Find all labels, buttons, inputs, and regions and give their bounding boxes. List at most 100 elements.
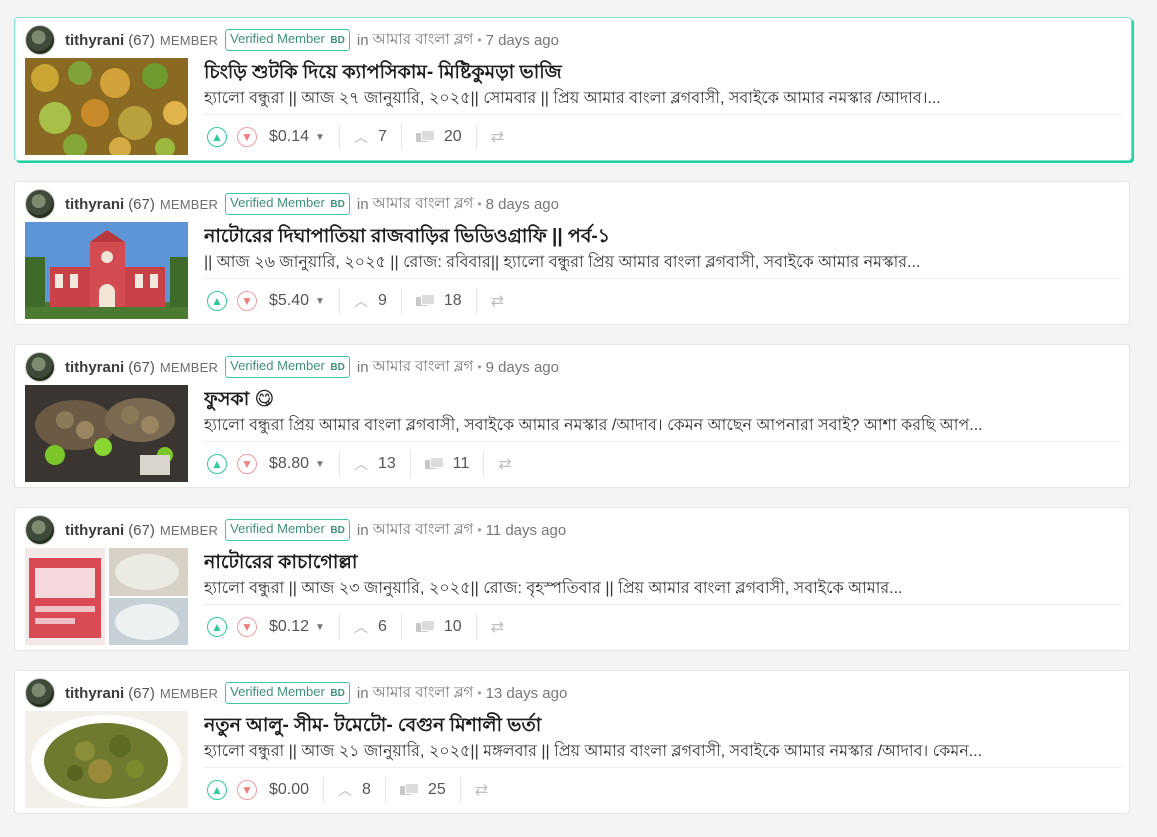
comment-count-value: 20 <box>443 128 462 145</box>
post-footer: ▲ ▼ $0.00 ︿ 8 25 ⇄ <box>207 775 488 805</box>
payout[interactable]: $0.14 ▼ <box>269 128 325 146</box>
post-card[interactable]: tithyrani (67) MEMBER Verified Member BD… <box>14 670 1130 814</box>
chevron-up-icon: ︿ <box>353 619 368 635</box>
comment-count[interactable]: 11 <box>424 455 469 473</box>
post-time[interactable]: 9 days ago <box>486 359 559 376</box>
separator-dot: • <box>477 360 482 374</box>
avatar[interactable] <box>25 678 55 708</box>
community-link[interactable]: আমার বাংলা ব্লগ <box>373 518 474 543</box>
payout[interactable]: $0.00 <box>269 781 309 799</box>
post-thumbnail[interactable] <box>25 222 188 319</box>
author-reputation: (67) <box>128 358 155 376</box>
downvote-icon[interactable]: ▼ <box>237 780 257 800</box>
divider <box>204 604 1121 605</box>
vote-count[interactable]: ︿ 9 <box>354 291 387 311</box>
author-reputation: (67) <box>128 31 155 49</box>
vote-count[interactable]: ︿ 8 <box>338 780 371 800</box>
comment-count-value: 25 <box>427 781 446 798</box>
downvote-icon[interactable]: ▼ <box>237 127 257 147</box>
avatar[interactable] <box>25 189 55 219</box>
post-thumbnail[interactable] <box>25 385 188 482</box>
comment-count[interactable]: 20 <box>415 128 462 146</box>
reblog-icon[interactable]: ⇄ <box>491 291 504 311</box>
payout[interactable]: $0.12 ▼ <box>269 618 325 636</box>
post-time[interactable]: 13 days ago <box>486 685 568 702</box>
post-card[interactable]: tithyrani (67) MEMBER Verified Member BD… <box>14 17 1132 161</box>
community-link[interactable]: আমার বাংলা ব্লগ <box>373 28 474 53</box>
separator-dot: • <box>477 33 482 47</box>
author-link[interactable]: tithyrani <box>65 685 124 702</box>
post-summary[interactable]: হ্যালো বন্ধুরা প্রিয় আমার বাংলা ব্লগবাস… <box>204 412 1121 439</box>
author-link[interactable]: tithyrani <box>65 196 124 213</box>
chevron-down-icon[interactable]: ▼ <box>315 296 325 307</box>
downvote-icon[interactable]: ▼ <box>237 454 257 474</box>
author-link[interactable]: tithyrani <box>65 32 124 49</box>
vote-count-value: 9 <box>377 292 387 309</box>
upvote-icon[interactable]: ▲ <box>207 780 227 800</box>
in-label: in <box>356 684 369 702</box>
verified-badge: Verified Member BD <box>225 519 350 541</box>
upvote-icon[interactable]: ▲ <box>207 454 227 474</box>
chevron-down-icon[interactable]: ▼ <box>315 459 325 470</box>
upvote-icon[interactable]: ▲ <box>207 127 227 147</box>
chevron-down-icon[interactable]: ▼ <box>315 622 325 633</box>
post-time[interactable]: 11 days ago <box>486 522 567 539</box>
chevron-down-icon[interactable]: ▼ <box>315 132 325 143</box>
author-link[interactable]: tithyrani <box>65 359 124 376</box>
post-thumbnail[interactable] <box>25 58 188 155</box>
author-role: MEMBER <box>159 522 219 538</box>
avatar[interactable] <box>25 25 55 55</box>
post-summary[interactable]: হ্যালো বন্ধুরা || আজ ২১ জানুয়ারি, ২০২৫|… <box>204 738 1121 765</box>
avatar[interactable] <box>25 515 55 545</box>
badge-suffix: BD <box>330 35 345 46</box>
comment-count[interactable]: 25 <box>399 781 446 799</box>
divider <box>338 614 340 640</box>
avatar[interactable] <box>25 352 55 382</box>
author-link[interactable]: tithyrani <box>65 522 124 539</box>
comments-icon <box>415 620 435 634</box>
separator-dot: • <box>477 686 482 700</box>
post-time[interactable]: 8 days ago <box>486 196 559 213</box>
post-footer: ▲ ▼ $0.12 ▼ ︿ 6 10 ⇄ <box>207 612 504 642</box>
vote-count[interactable]: ︿ 7 <box>354 127 387 147</box>
payout[interactable]: $5.40 ▼ <box>269 292 325 310</box>
upvote-icon[interactable]: ▲ <box>207 291 227 311</box>
comment-count[interactable]: 10 <box>415 618 462 636</box>
post-thumbnail[interactable] <box>25 711 188 808</box>
community-link[interactable]: আমার বাংলা ব্লগ <box>373 192 474 217</box>
post-time[interactable]: 7 days ago <box>486 32 559 49</box>
downvote-icon[interactable]: ▼ <box>237 617 257 637</box>
post-summary[interactable]: || আজ ২৬ জানুয়ারি, ২০২৫ || রোজ: রবিবার|… <box>204 249 1121 276</box>
reblog-icon[interactable]: ⇄ <box>491 617 504 637</box>
payout-value: $0.00 <box>269 781 310 798</box>
vote-count[interactable]: ︿ 6 <box>354 617 387 637</box>
reblog-icon[interactable]: ⇄ <box>475 780 488 800</box>
divider <box>338 124 340 150</box>
post-card[interactable]: tithyrani (67) MEMBER Verified Member BD… <box>14 507 1130 651</box>
post-summary[interactable]: হ্যালো বন্ধুরা || আজ ২৩ জানুয়ারি, ২০২৫|… <box>204 575 1121 602</box>
post-card[interactable]: tithyrani (67) MEMBER Verified Member BD… <box>14 344 1130 488</box>
reblog-icon[interactable]: ⇄ <box>498 454 511 474</box>
community-link[interactable]: আমার বাংলা ব্লগ <box>373 681 474 706</box>
divider <box>475 614 477 640</box>
post-thumbnail[interactable] <box>25 548 188 645</box>
post-header: tithyrani (67) MEMBER Verified Member BD… <box>25 352 559 382</box>
vote-count-value: 6 <box>377 618 387 635</box>
downvote-icon[interactable]: ▼ <box>237 291 257 311</box>
reblog-icon[interactable]: ⇄ <box>491 127 504 147</box>
badge-suffix: BD <box>330 525 345 536</box>
upvote-icon[interactable]: ▲ <box>207 617 227 637</box>
chevron-up-icon: ︿ <box>353 456 368 472</box>
chevron-up-icon: ︿ <box>338 782 353 798</box>
community-link[interactable]: আমার বাংলা ব্লগ <box>373 355 474 380</box>
author-reputation: (67) <box>128 521 155 539</box>
vote-count-value: 8 <box>362 781 371 798</box>
post-card[interactable]: tithyrani (67) MEMBER Verified Member BD… <box>14 181 1130 325</box>
author-role: MEMBER <box>159 32 219 48</box>
vote-count[interactable]: ︿ 13 <box>354 454 396 474</box>
post-footer: ▲ ▼ $5.40 ▼ ︿ 9 18 ⇄ <box>207 286 504 316</box>
post-summary[interactable]: হ্যালো বন্ধুরা || আজ ২৭ জানুয়ারি, ২০২৫|… <box>204 85 1121 112</box>
in-label: in <box>356 358 369 376</box>
comment-count[interactable]: 18 <box>415 292 462 310</box>
payout[interactable]: $8.80 ▼ <box>269 455 325 473</box>
